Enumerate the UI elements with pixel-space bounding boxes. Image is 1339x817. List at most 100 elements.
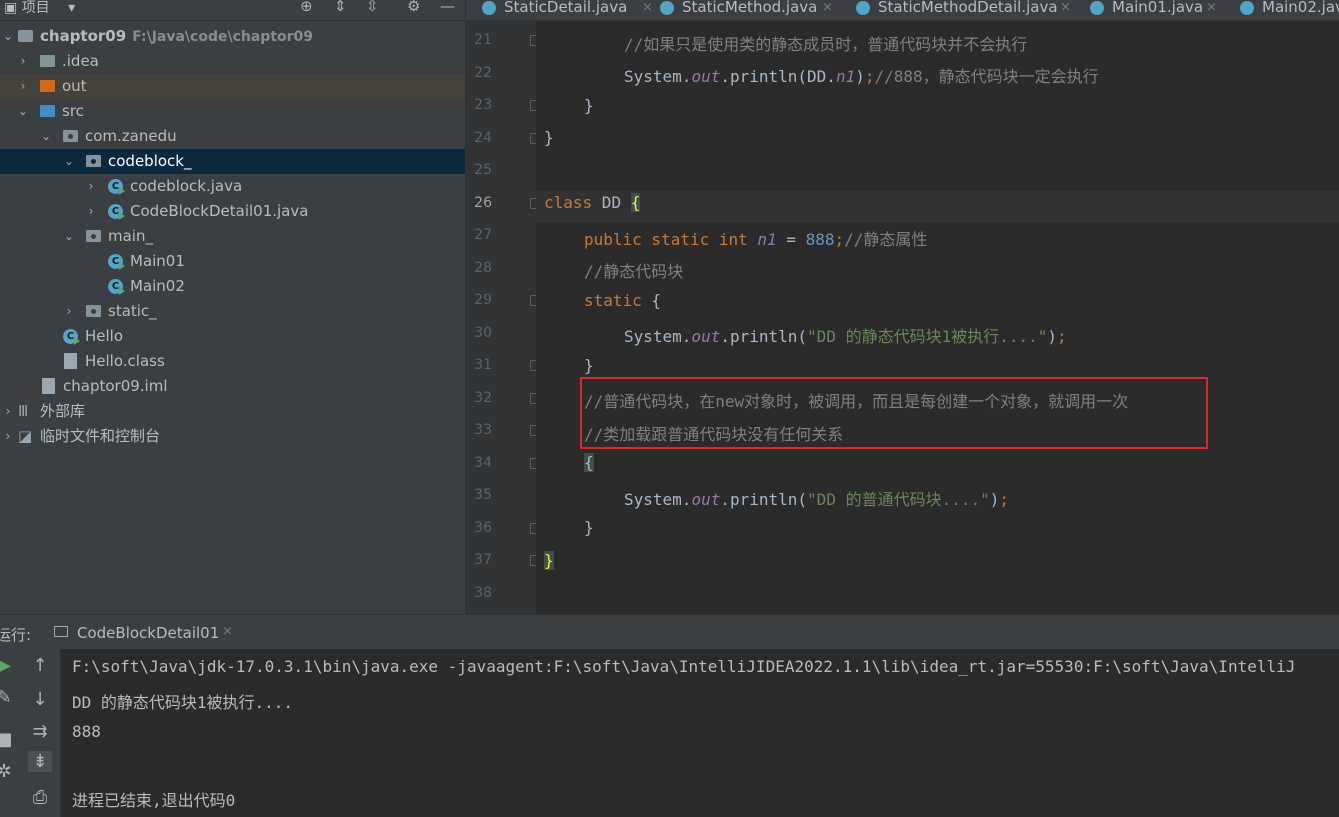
line-number: 30 [474,325,492,341]
chevron-down-icon[interactable]: ⌄ [17,99,29,124]
line-number: 31 [474,357,492,373]
scroll-to-end-icon[interactable]: ⇟ [28,751,52,772]
gear-icon[interactable]: ⚙ [407,0,420,15]
code-editor[interactable]: //如果只是使用类的静态成员时，普通代码块并不会执行 System.out.pr… [536,21,1339,614]
tree-item-com-zanedu[interactable]: ⌄ com.zanedu [0,124,465,149]
java-class-icon [856,1,870,15]
package-icon [86,230,101,242]
code-line-35: System.out.println("DD 的普通代码块...."); [624,490,1010,509]
tree-item-scratches[interactable]: › ◪ 临时文件和控制台 [0,424,465,449]
panel-icon: ▣ [4,0,18,16]
console-line: F:\soft\Java\jdk-17.0.3.1\bin\java.exe -… [72,657,1296,676]
chevron-right-icon[interactable]: › [85,199,97,224]
rerun-icon[interactable]: ▶ [0,655,16,676]
close-icon[interactable]: × [642,0,653,15]
code-line-22: System.out.println(DD.n1);//888，静态代码块一定会… [624,67,1099,86]
chevron-right-icon[interactable]: › [17,49,29,74]
line-number: 23 [474,97,492,113]
run-panel-header: 运行: CodeBlockDetail01 × [0,614,1339,650]
annotation-highlight-box [580,377,1208,449]
project-title[interactable]: ▣ 项目 ▾ [4,0,75,17]
console-line: 888 [72,722,101,741]
soft-wrap-icon[interactable]: ⇉ [28,721,52,742]
console-line: DD 的静态代码块1被执行.... [72,693,294,712]
line-number: 33 [474,422,492,438]
project-panel: ▣ 项目 ▾ ⊕ ⇕ ⇳ ⚙ — ⌄ chaptor09 F:\Java\code… [0,0,465,614]
tree-item-main[interactable]: ⌄ main_ [0,224,465,249]
up-arrow-icon[interactable]: ↑ [28,655,52,676]
folder-icon [40,55,55,67]
line-number: 21 [474,32,492,48]
chevron-right-icon[interactable]: › [2,424,14,449]
java-class-icon: C [108,254,125,270]
tree-item-src[interactable]: ⌄ src [0,99,465,124]
tree-item-main01[interactable]: C Main01 [0,249,465,274]
chevron-right-icon[interactable]: › [17,74,29,99]
module-folder-icon [18,30,33,42]
tree-item-hello-class[interactable]: Hello.class [0,349,465,374]
wrench-icon[interactable]: ✎ [0,687,16,708]
tree-item-codeblock-java[interactable]: › C codeblock.java [0,174,465,199]
java-class-icon: C [63,329,80,345]
class-file-icon [64,353,77,369]
source-folder-icon [40,105,55,117]
tab-staticdetail[interactable]: StaticDetail.java × [482,0,654,20]
line-number: 26 [474,195,492,211]
chevron-down-icon[interactable]: ⌄ [63,224,75,249]
print-icon[interactable]: ⎙ [28,787,52,808]
tree-item-static[interactable]: › static_ [0,299,465,324]
collapse-all-icon[interactable]: ⇳ [366,0,379,15]
chevron-down-icon[interactable]: ⌄ [63,149,75,174]
chevron-right-icon[interactable]: › [85,174,97,199]
editor-tabs: StaticDetail.java × StaticMethod.java × … [466,0,1339,21]
line-number: 32 [474,390,492,406]
tree-item-chaptor09-iml[interactable]: chaptor09.iml [0,374,465,399]
tab-run-config[interactable]: CodeBlockDetail01 [77,624,219,642]
tree-item-codeblockdetail01[interactable]: › C CodeBlockDetail01.java [0,199,465,224]
line-number: 27 [474,227,492,243]
java-class-icon [660,1,674,15]
tab-staticmethoddetail[interactable]: StaticMethodDetail.java × [856,0,1078,20]
line-number: 22 [474,65,492,81]
locate-icon[interactable]: ⊕ [300,0,313,15]
java-class-icon [1090,1,1104,15]
scratches-icon: ◪ [18,427,33,445]
tree-item-chaptor09[interactable]: ⌄ chaptor09 F:\Java\code\chaptor09 [0,24,465,49]
tree-item-hello[interactable]: C Hello [0,324,465,349]
tree-item-out[interactable]: › out [0,74,465,99]
tree-item-main02[interactable]: C Main02 [0,274,465,299]
chevron-right-icon[interactable]: › [63,299,75,324]
console-output[interactable]: F:\soft\Java\jdk-17.0.3.1\bin\java.exe -… [61,649,1339,817]
stop-icon[interactable]: ■ [0,729,16,750]
close-icon[interactable]: × [1060,0,1071,15]
line-number: 37 [474,552,492,568]
dropdown-icon[interactable]: ▾ [68,0,75,16]
java-class-icon: C [108,204,125,220]
java-class-icon [482,1,496,15]
line-number: 29 [474,292,492,308]
hide-icon[interactable]: — [440,0,455,15]
console-tab-icon [54,626,68,637]
tree-item-codeblock[interactable]: ⌄ codeblock_ [0,149,465,174]
package-icon [63,130,78,142]
tab-staticmethod[interactable]: StaticMethod.java × [660,0,840,20]
excluded-folder-icon [40,80,55,92]
console-line: 进程已结束,退出代码0 [72,791,236,810]
code-line-27: public static int n1 = 888;//静态属性 [584,230,928,249]
close-icon[interactable]: × [222,624,233,639]
code-line-23: } [584,96,594,115]
close-icon[interactable]: × [1206,0,1217,15]
tab-main01[interactable]: Main01.java × [1090,0,1226,20]
editor-gutter: 21 22 23 24 25 26 27 28 29 30 31 32 33 3… [466,21,539,614]
chevron-right-icon[interactable]: › [2,399,14,424]
down-arrow-icon[interactable]: ↓ [28,689,52,710]
tab-main02[interactable]: Main02.java [1240,0,1339,20]
tree-item-external-libraries[interactable]: › Ⅲ 外部库 [0,399,465,424]
chevron-down-icon[interactable]: ⌄ [2,24,14,49]
tree-item-idea[interactable]: › .idea [0,49,465,74]
expand-all-icon[interactable]: ⇕ [334,0,347,15]
close-icon[interactable]: × [822,0,833,15]
java-class-icon: C [108,279,125,295]
chevron-down-icon[interactable]: ⌄ [40,124,52,149]
settings-icon[interactable]: ✲ [0,761,16,782]
